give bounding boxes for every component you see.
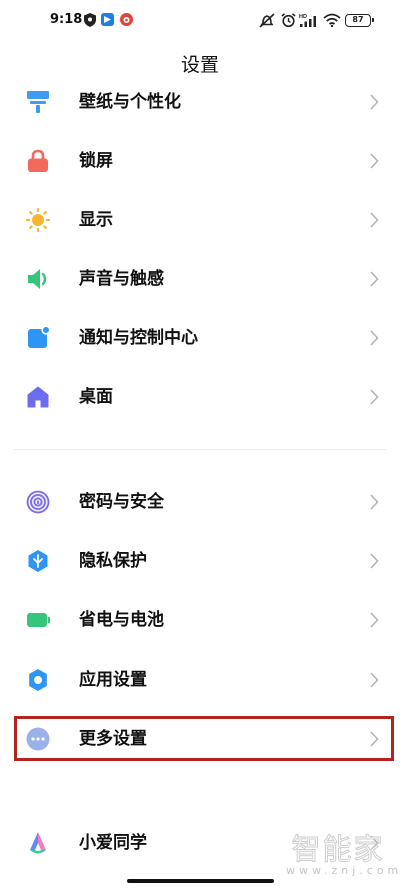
settings-item-label: 密码与安全 [79,492,164,512]
settings-item-label: 声音与触感 [79,269,164,289]
settings-item-label: 省电与电池 [79,610,164,630]
settings-item-label: 小爱同学 [79,833,147,853]
section-divider [14,449,386,450]
gear-icon [29,669,47,691]
settings-item-display[interactable]: 显示 [0,191,400,249]
battery-level: 87 [352,15,364,24]
wifi-icon [323,13,341,27]
settings-item-lock-screen[interactable]: 锁屏 [0,132,400,190]
settings-item-label: 桌面 [79,387,113,407]
chevron-right-icon [370,494,379,510]
highlight-box [14,716,394,761]
chevron-right-icon [370,271,379,287]
chevron-right-icon [370,672,379,688]
settings-item-home-screen[interactable]: 桌面 [0,368,400,426]
chevron-right-icon [370,94,379,110]
settings-item-label: 隐私保护 [79,551,147,571]
settings-item-label: 壁纸与个性化 [79,92,181,112]
wallpaper-icon [27,91,49,113]
status-bar: 9:18 HD 87 [0,0,400,44]
chevron-right-icon [370,553,379,569]
home-icon [27,386,49,408]
settings-item-sound[interactable]: 声音与触感 [0,250,400,308]
chevron-right-icon [370,612,379,628]
chevron-right-icon [370,212,379,228]
chevron-right-icon [370,330,379,346]
battery-icon [27,613,50,627]
sun-icon [26,208,50,232]
notification-icon [28,326,50,348]
privacy-shield-icon [28,550,48,572]
status-time: 9:18 [50,12,83,27]
settings-item-label: 通知与控制中心 [79,328,198,348]
shield-status-icon [84,13,96,27]
signal-icon: HD [299,14,316,27]
settings-item-notifications[interactable]: 通知与控制中心 [0,309,400,367]
battery-indicator: 87 [345,14,374,27]
lock-icon [28,149,48,172]
weibo-status-icon [120,13,133,26]
settings-item-label: 显示 [79,210,113,230]
watermark-text: 智能家 [291,832,385,867]
settings-item-apps[interactable]: 应用设置 [0,651,400,709]
home-indicator[interactable] [127,879,274,883]
alarm-icon [281,13,296,28]
app-notification-icon [101,13,114,26]
chevron-right-icon [370,153,379,169]
network-label: HD [299,14,307,20]
settings-item-wallpaper[interactable]: 壁纸与个性化 [0,73,400,131]
speaker-icon [28,269,47,289]
settings-item-label: 锁屏 [79,151,113,171]
settings-item-privacy[interactable]: 隐私保护 [0,532,400,590]
settings-item-battery[interactable]: 省电与电池 [0,591,400,649]
settings-item-label: 应用设置 [79,670,147,690]
chevron-right-icon [370,389,379,405]
mute-icon [259,13,275,28]
watermark-url: www.znj.com [286,864,400,877]
fingerprint-icon [26,490,50,514]
watermark: 智能家 www.znj.com [286,826,400,888]
xiaoai-icon [30,832,46,854]
settings-item-passwords-security[interactable]: 密码与安全 [0,473,400,531]
